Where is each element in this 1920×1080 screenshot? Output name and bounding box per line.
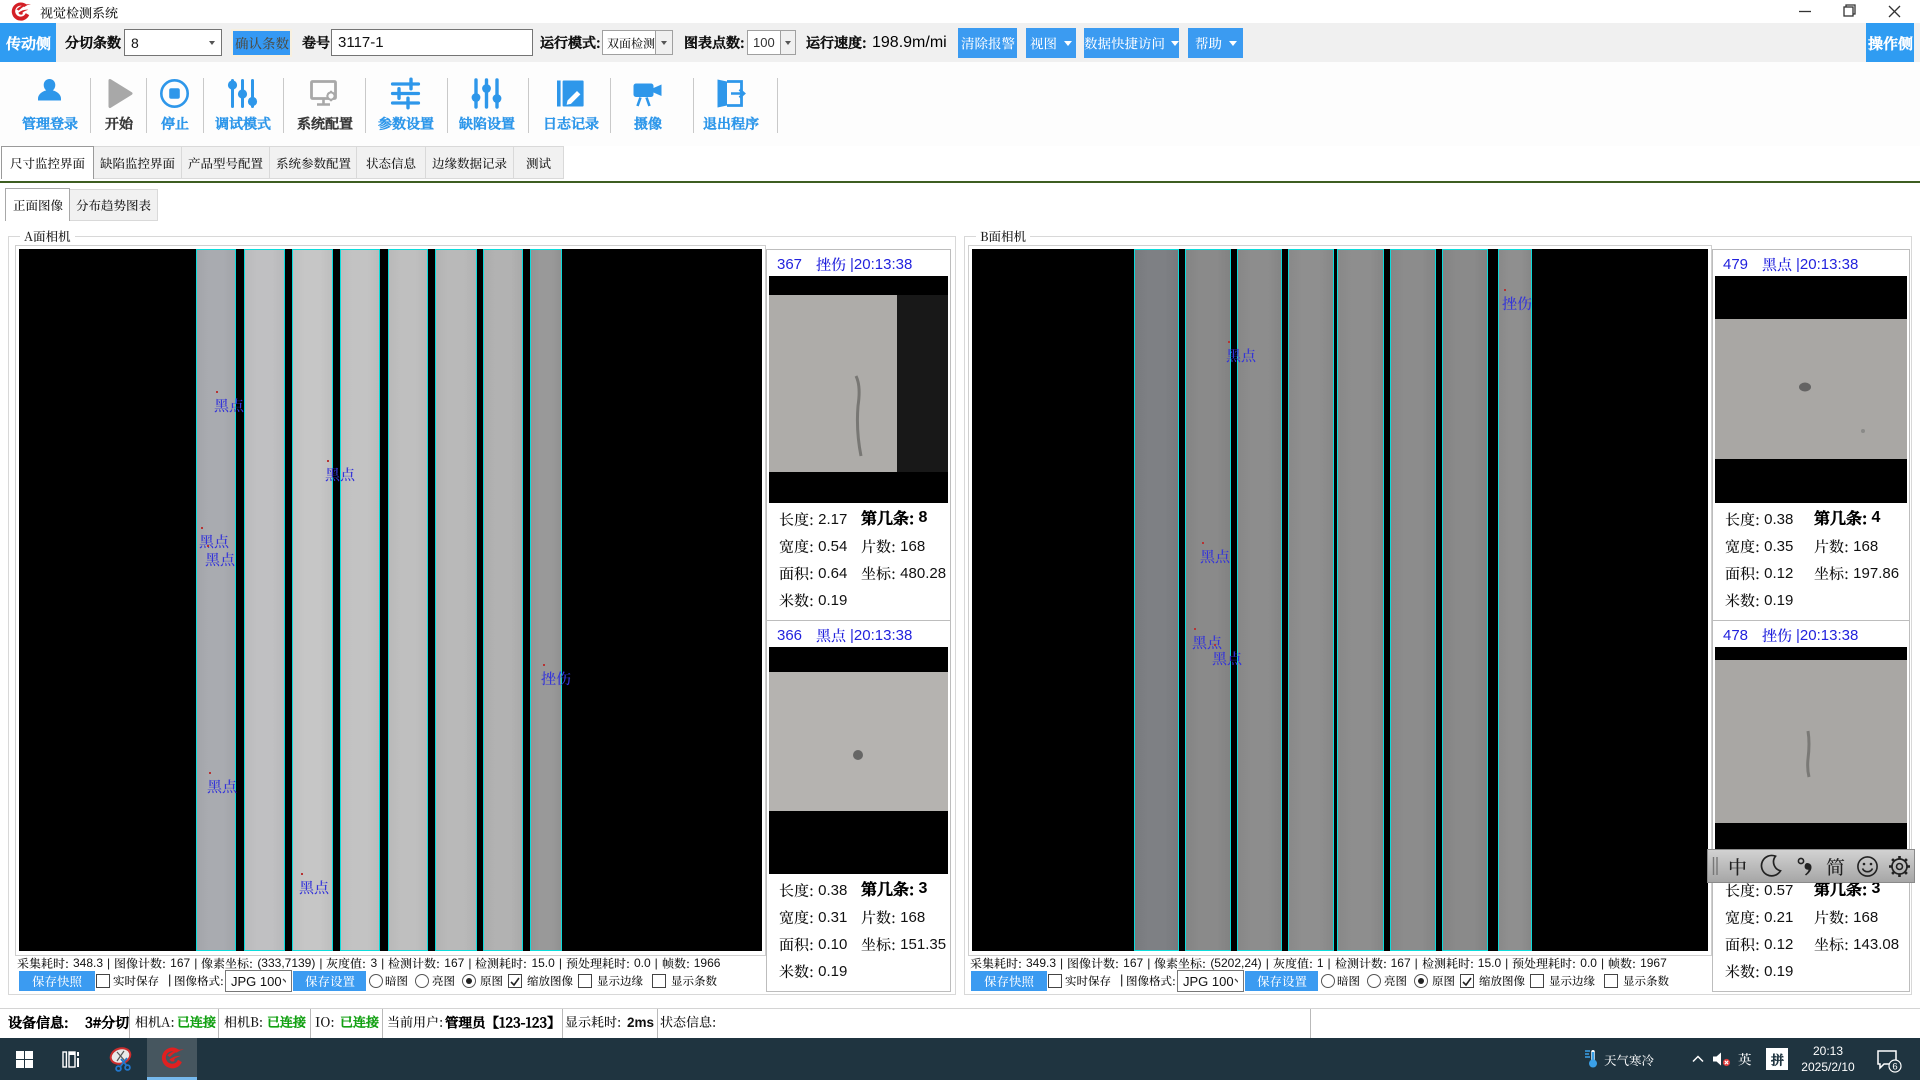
svg-text:6: 6: [1892, 1062, 1897, 1073]
